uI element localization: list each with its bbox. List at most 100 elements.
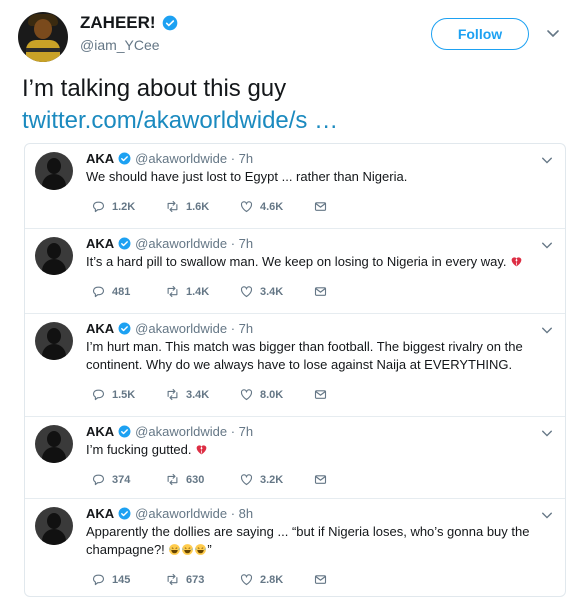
verified-badge-icon — [162, 15, 177, 31]
quoted-tweet-text: I’m fucking gutted. — [86, 441, 546, 459]
verified-badge-icon — [118, 507, 131, 520]
chevron-down-icon[interactable] — [541, 509, 553, 521]
like-action[interactable]: 2.8K — [239, 572, 313, 587]
heart-icon[interactable] — [239, 572, 254, 587]
tweet-text: I’m talking about this guy — [22, 75, 287, 102]
reply-count: 1.2K — [112, 200, 136, 213]
tweet-body: I’m fucking gutted. — [86, 442, 192, 457]
follow-button[interactable]: Follow — [431, 18, 529, 50]
broken-heart-icon — [196, 445, 207, 455]
reply-action[interactable]: 374 — [91, 472, 165, 487]
retweet-count: 1.6K — [186, 200, 210, 213]
heart-icon[interactable] — [239, 472, 254, 487]
chevron-down-icon[interactable] — [546, 26, 560, 40]
retweet-icon[interactable] — [165, 199, 180, 214]
envelope-icon[interactable] — [313, 387, 328, 402]
like-action[interactable]: 3.2K — [239, 472, 313, 487]
author-name[interactable]: AKA — [86, 506, 114, 521]
chevron-down-icon[interactable] — [541, 239, 553, 251]
heart-icon[interactable] — [239, 284, 254, 299]
avatar[interactable] — [35, 425, 73, 463]
reply-icon[interactable] — [91, 284, 106, 299]
author-handle[interactable]: @iam_YCee — [80, 37, 160, 53]
retweet-icon[interactable] — [165, 472, 180, 487]
tweet-actions: 1.5K 3.4K 8.0K — [91, 387, 328, 402]
author-name[interactable]: AKA — [86, 236, 114, 251]
quoted-tweets-card[interactable]: AKA @akaworldwide · 7h We should have ju… — [24, 143, 566, 597]
reply-action[interactable]: 1.2K — [91, 199, 165, 214]
quoted-tweet-header: AKA @akaworldwide · 7h — [86, 321, 253, 336]
reply-icon[interactable] — [91, 572, 106, 587]
quoted-tweet-text: Apparently the dollies are saying ... “b… — [86, 523, 546, 559]
quoted-tweet[interactable]: AKA @akaworldwide · 8h Apparently the do… — [25, 499, 565, 601]
quoted-tweet[interactable]: AKA @akaworldwide · 7h We should have ju… — [25, 144, 565, 229]
chevron-down-icon[interactable] — [541, 154, 553, 166]
reply-icon[interactable] — [91, 472, 106, 487]
message-action[interactable] — [313, 284, 328, 299]
retweet-action[interactable]: 1.6K — [165, 199, 239, 214]
like-count: 3.2K — [260, 473, 284, 486]
message-action[interactable] — [313, 387, 328, 402]
retweet-action[interactable]: 3.4K — [165, 387, 239, 402]
retweet-icon[interactable] — [165, 387, 180, 402]
quoted-tweet-header: AKA @akaworldwide · 7h — [86, 236, 253, 251]
reply-action[interactable]: 1.5K — [91, 387, 165, 402]
laughing-tears-icon — [195, 544, 207, 555]
envelope-icon[interactable] — [313, 572, 328, 587]
message-action[interactable] — [313, 472, 328, 487]
laughing-tears-icon — [169, 544, 181, 555]
retweet-action[interactable]: 1.4K — [165, 284, 239, 299]
heart-icon[interactable] — [239, 387, 254, 402]
like-action[interactable]: 3.4K — [239, 284, 313, 299]
tweet-actions: 145 673 2.8K — [91, 572, 328, 587]
reply-icon[interactable] — [91, 387, 106, 402]
avatar[interactable] — [18, 12, 68, 62]
handle-and-time: @akaworldwide · 7h — [135, 321, 254, 336]
reply-icon[interactable] — [91, 199, 106, 214]
chevron-down-icon[interactable] — [541, 427, 553, 439]
like-count: 2.8K — [260, 573, 284, 586]
retweet-action[interactable]: 630 — [165, 472, 239, 487]
envelope-icon[interactable] — [313, 284, 328, 299]
retweet-count: 1.4K — [186, 285, 210, 298]
handle-and-time: @akaworldwide · 8h — [135, 506, 254, 521]
avatar[interactable] — [35, 152, 73, 190]
quoted-tweet[interactable]: AKA @akaworldwide · 7h It’s a hard pill … — [25, 229, 565, 314]
reply-count: 374 — [112, 473, 131, 486]
author-name[interactable]: AKA — [86, 151, 114, 166]
like-action[interactable]: 8.0K — [239, 387, 313, 402]
reply-action[interactable]: 145 — [91, 572, 165, 587]
tweet-body-end: ” — [207, 542, 212, 557]
handle-and-time: @akaworldwide · 7h — [135, 424, 254, 439]
heart-icon[interactable] — [239, 199, 254, 214]
reply-count: 1.5K — [112, 388, 136, 401]
quoted-tweet[interactable]: AKA @akaworldwide · 7h I’m fucking gutte… — [25, 417, 565, 499]
tweet-body: I’m hurt man. This match was bigger than… — [86, 339, 523, 372]
envelope-icon[interactable] — [313, 199, 328, 214]
tweet-link[interactable]: twitter.com/akaworldwide/s … — [22, 106, 338, 136]
chevron-down-icon[interactable] — [541, 324, 553, 336]
author-name[interactable]: AKA — [86, 321, 114, 336]
message-action[interactable] — [313, 199, 328, 214]
quoted-tweet-text: I’m hurt man. This match was bigger than… — [86, 338, 546, 374]
envelope-icon[interactable] — [313, 472, 328, 487]
tweet-header: ZAHEER! @iam_YCee Follow — [0, 0, 580, 70]
like-count: 8.0K — [260, 388, 284, 401]
message-action[interactable] — [313, 572, 328, 587]
handle-and-time: @akaworldwide · 7h — [135, 236, 254, 251]
like-count: 3.4K — [260, 285, 284, 298]
quoted-tweet[interactable]: AKA @akaworldwide · 7h I’m hurt man. Thi… — [25, 314, 565, 417]
tweet-actions: 374 630 3.2K — [91, 472, 328, 487]
avatar[interactable] — [35, 322, 73, 360]
author-name[interactable]: ZAHEER! — [80, 13, 156, 33]
avatar[interactable] — [35, 237, 73, 275]
author-name[interactable]: AKA — [86, 424, 114, 439]
avatar[interactable] — [35, 507, 73, 545]
reply-action[interactable]: 481 — [91, 284, 165, 299]
retweet-action[interactable]: 673 — [165, 572, 239, 587]
like-action[interactable]: 4.6K — [239, 199, 313, 214]
retweet-count: 630 — [186, 473, 205, 486]
retweet-icon[interactable] — [165, 572, 180, 587]
tweet-actions: 1.2K 1.6K 4.6K — [91, 199, 328, 214]
retweet-icon[interactable] — [165, 284, 180, 299]
